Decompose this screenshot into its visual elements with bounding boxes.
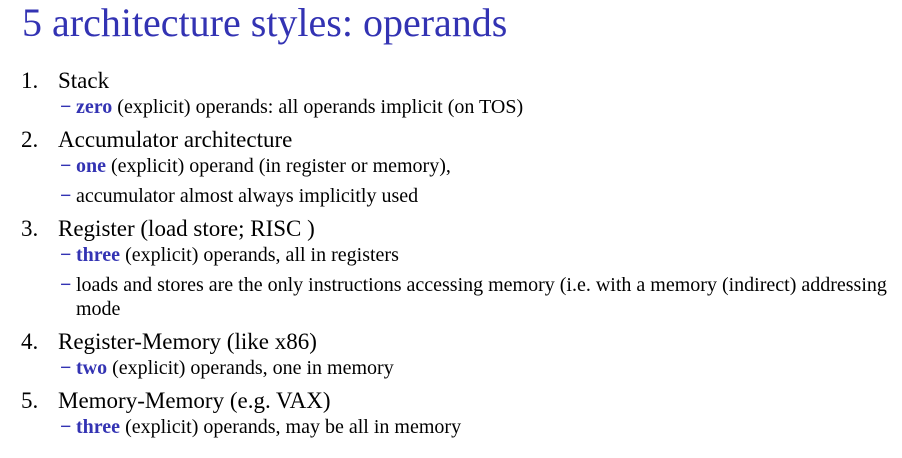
operand-count-keyword: zero — [76, 96, 113, 118]
sub-point: − three (explicit) operands, may be all … — [0, 415, 902, 439]
item-heading-row: 1. Stack — [0, 66, 902, 95]
item-number: 4. — [21, 329, 39, 354]
dash-bullet-icon: − — [60, 155, 72, 177]
architecture-list: 1. Stack − zero (explicit) operands: all… — [0, 66, 902, 445]
list-item: 4. Register-Memory (like x86) − two (exp… — [0, 327, 902, 380]
sub-point-text: (explicit) operands, one in memory — [107, 357, 394, 379]
list-item: 3. Register (load store; RISC ) − three … — [0, 214, 902, 321]
item-heading: Register-Memory (like x86) — [58, 329, 317, 354]
sub-point: − zero (explicit) operands: all operands… — [0, 95, 902, 119]
list-item: 1. Stack − zero (explicit) operands: all… — [0, 66, 902, 119]
dash-bullet-icon: − — [60, 416, 72, 438]
dash-bullet-icon: − — [60, 274, 72, 296]
operand-count-keyword: two — [76, 357, 108, 379]
slide: 5 architecture styles: operands 1. Stack… — [0, 0, 902, 458]
sub-point: − accumulator almost always implicitly u… — [0, 184, 902, 208]
item-number: 1. — [21, 68, 39, 93]
sub-point: − loads and stores are the only instruct… — [0, 273, 902, 321]
sub-point-text: accumulator almost always implicitly use… — [76, 185, 419, 207]
item-number: 2. — [21, 127, 39, 152]
sub-point: − one (explicit) operand (in register or… — [0, 154, 902, 178]
dash-bullet-icon: − — [60, 185, 72, 207]
sub-point: − two (explicit) operands, one in memory — [0, 356, 902, 380]
dash-bullet-icon: − — [60, 244, 72, 266]
dash-bullet-icon: − — [60, 96, 72, 118]
item-heading: Register (load store; RISC ) — [58, 216, 315, 241]
item-heading-row: 2. Accumulator architecture — [0, 125, 902, 154]
item-heading-row: 4. Register-Memory (like x86) — [0, 327, 902, 356]
sub-point-text: (explicit) operands: all operands implic… — [112, 96, 524, 118]
sub-point-text: (explicit) operands, may be all in memor… — [120, 416, 462, 438]
item-heading-row: 5. Memory-Memory (e.g. VAX) — [0, 386, 902, 415]
operand-count-keyword: three — [76, 244, 121, 266]
item-heading: Memory-Memory (e.g. VAX) — [58, 388, 331, 413]
operand-count-keyword: three — [76, 416, 121, 438]
sub-point: − three (explicit) operands, all in regi… — [0, 243, 902, 267]
item-heading: Accumulator architecture — [58, 127, 293, 152]
slide-title: 5 architecture styles: operands — [22, 0, 508, 45]
list-item: 2. Accumulator architecture − one (expli… — [0, 125, 902, 208]
list-item: 5. Memory-Memory (e.g. VAX) − three (exp… — [0, 386, 902, 439]
sub-point-text: (explicit) operand (in register or memor… — [106, 155, 451, 177]
operand-count-keyword: one — [76, 155, 106, 177]
sub-point-text: (explicit) operands, all in registers — [120, 244, 399, 266]
sub-point-text: loads and stores are the only instructio… — [76, 274, 887, 320]
item-heading-row: 3. Register (load store; RISC ) — [0, 214, 902, 243]
item-heading: Stack — [58, 68, 110, 93]
item-number: 5. — [21, 388, 39, 413]
dash-bullet-icon: − — [60, 357, 72, 379]
item-number: 3. — [21, 216, 39, 241]
